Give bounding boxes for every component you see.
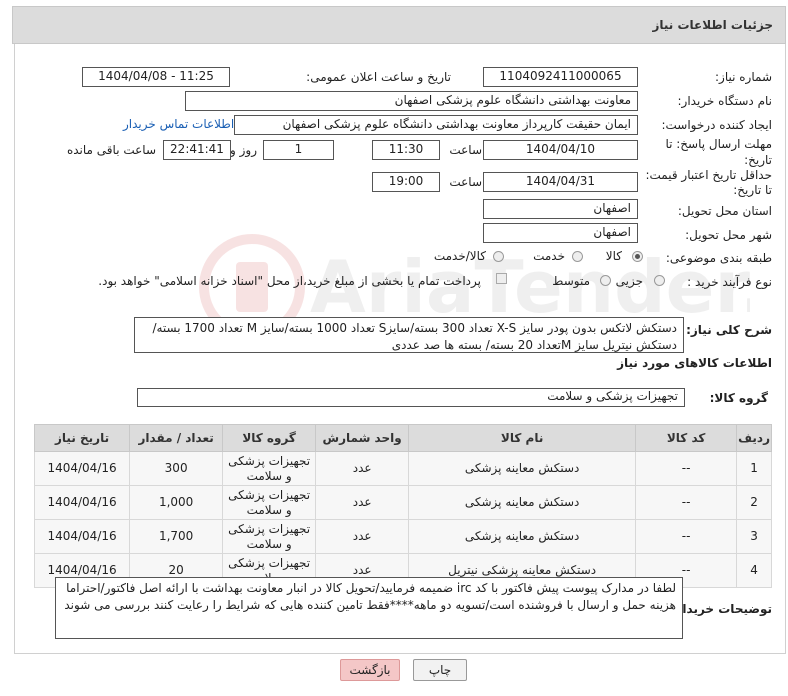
treasury-payment-note: پرداخت تمام یا بخشی از مبلغ خرید،از محل …	[98, 274, 481, 288]
need-number-field: 1104092411000065	[483, 67, 638, 87]
col-row: ردیف	[736, 424, 772, 452]
days-field: 1	[263, 140, 334, 160]
row-unit: عدد	[315, 519, 410, 554]
category-radio-goods[interactable]	[632, 251, 643, 262]
goods-table: ردیف کد کالا نام کالا واحد شمارش گروه کا…	[33, 424, 772, 588]
row-code: --	[635, 485, 738, 520]
province-label: استان محل تحویل:	[677, 204, 772, 218]
general-desc-text: دستکش لاتکس بدون پودر سایز X-S تعداد 300…	[134, 317, 684, 353]
page-title: جزئیات اطلاعات نیاز	[652, 18, 773, 32]
row-group: تجهیزات پزشکی و سلامت	[222, 451, 317, 486]
process-label: نوع فرآیند خرید :	[687, 275, 772, 289]
row-name: دستکش معاینه پزشکی	[408, 451, 637, 486]
province-field: اصفهان	[483, 199, 638, 219]
goods-group-label: گروه کالا:	[709, 391, 768, 405]
days-label: روز و	[230, 143, 257, 157]
need-number-label: شماره نیاز:	[715, 70, 772, 84]
buyer-contact-link[interactable]: اطلاعات تماس خریدار	[123, 117, 234, 131]
row-group: تجهیزات پزشکی و سلامت	[222, 519, 317, 554]
row-name: دستکش معاینه پزشکی	[408, 485, 637, 520]
row-qty: 1,700	[129, 519, 224, 554]
row-code: --	[635, 519, 738, 554]
row-number: 4	[736, 553, 772, 588]
col-qty: تعداد / مقدار	[129, 424, 224, 452]
goods-section-title: اطلاعات کالاهای مورد نیاز	[617, 356, 772, 370]
process-radio-minor[interactable]	[654, 275, 665, 286]
remaining-time-field: 22:41:41	[163, 140, 231, 160]
row-date: 1404/04/16	[33, 519, 131, 554]
col-group: گروه کالا	[222, 424, 317, 452]
deadline-date-field: 1404/04/10	[483, 140, 638, 160]
price-validity-time-label: ساعت	[449, 175, 482, 189]
process-option-medium: متوسط	[552, 274, 590, 288]
row-unit: عدد	[315, 451, 410, 486]
announce-label: تاریخ و ساعت اعلان عمومی:	[306, 70, 451, 84]
category-radio-service[interactable]	[572, 251, 583, 262]
goods-table-header: ردیف کد کالا نام کالا واحد شمارش گروه کا…	[33, 424, 772, 452]
row-number: 2	[736, 485, 772, 520]
price-validity-label-2: تا تاریخ:	[733, 183, 772, 197]
table-row: 1 -- دستکش معاینه پزشکی عدد تجهیزات پزشک…	[33, 451, 772, 486]
category-option-goods: کالا	[605, 249, 622, 263]
process-radio-medium[interactable]	[600, 275, 611, 286]
col-code: کد کالا	[635, 424, 738, 452]
category-option-both: کالا/خدمت	[433, 249, 486, 263]
announce-field: 1404/04/08 - 11:25	[82, 67, 230, 87]
row-name: دستکش معاینه پزشکی	[408, 519, 637, 554]
row-qty: 1,000	[129, 485, 224, 520]
buyer-notes-label: توضیحات خریدار:	[670, 602, 772, 616]
price-validity-date-field: 1404/04/31	[483, 172, 638, 192]
remaining-label: ساعت باقی مانده	[66, 143, 156, 157]
deadline-time-label: ساعت	[449, 143, 482, 157]
category-radio-both[interactable]	[493, 251, 504, 262]
back-button[interactable]: بازگشت	[340, 659, 400, 681]
col-name: نام کالا	[408, 424, 637, 452]
buyer-org-label: نام دستگاه خریدار:	[677, 94, 773, 108]
row-number: 1	[736, 451, 772, 486]
treasury-payment-checkbox[interactable]	[496, 273, 507, 284]
buyer-org-field: معاونت بهداشتی دانشگاه علوم پزشکی اصفهان	[185, 91, 638, 111]
row-date: 1404/04/16	[33, 485, 131, 520]
category-option-service: خدمت	[533, 249, 565, 263]
category-label: طبقه بندی موضوعی:	[665, 251, 772, 265]
deadline-label-2: تاریخ:	[744, 153, 772, 167]
price-validity-time-field: 19:00	[372, 172, 440, 192]
row-code: --	[635, 451, 738, 486]
table-row: 3 -- دستکش معاینه پزشکی عدد تجهیزات پزشک…	[33, 519, 772, 554]
row-number: 3	[736, 519, 772, 554]
deadline-time-field: 11:30	[372, 140, 440, 160]
row-unit: عدد	[315, 485, 410, 520]
general-desc-label: شرح کلی نیاز:	[686, 323, 772, 337]
requester-label: ایجاد کننده درخواست:	[661, 118, 772, 132]
deadline-label-1: مهلت ارسال پاسخ: تا	[665, 137, 772, 151]
row-date: 1404/04/16	[33, 451, 131, 486]
row-group: تجهیزات پزشکی و سلامت	[222, 485, 317, 520]
page-header: جزئیات اطلاعات نیاز	[12, 6, 786, 44]
col-date: تاریخ نیاز	[33, 424, 131, 452]
col-unit: واحد شمارش	[315, 424, 410, 452]
goods-group-field: تجهیزات پزشکی و سلامت	[137, 388, 685, 407]
requester-field: ایمان حقیقت کارپرداز معاونت بهداشتی دانش…	[234, 115, 638, 135]
print-button[interactable]: چاپ	[413, 659, 467, 681]
city-field: اصفهان	[483, 223, 638, 243]
table-row: 2 -- دستکش معاینه پزشکی عدد تجهیزات پزشک…	[33, 485, 772, 520]
process-option-minor: جزیی	[615, 274, 643, 288]
city-label: شهر محل تحویل:	[685, 228, 772, 242]
row-qty: 300	[129, 451, 224, 486]
buyer-notes-text: لطفا در مدارک پیوست پیش فاکتور با کد irc…	[55, 577, 683, 639]
price-validity-label-1: حداقل تاریخ اعتبار قیمت:	[645, 168, 772, 182]
